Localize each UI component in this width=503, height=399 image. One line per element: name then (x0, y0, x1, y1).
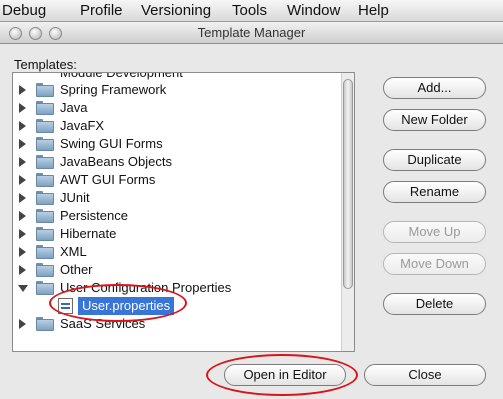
rename-button[interactable]: Rename (383, 181, 486, 203)
tree-scrollbar[interactable] (341, 73, 354, 351)
tree-row[interactable]: JavaBeans Objects (13, 153, 343, 171)
move-down-button[interactable]: Move Down (383, 253, 486, 275)
expand-arrow-icon[interactable] (19, 139, 26, 149)
tree-row[interactable]: Spring Framework (13, 81, 343, 99)
template-manager-window: Template Manager Templates: Module Devel… (0, 22, 503, 399)
folder-icon (36, 227, 54, 241)
folder-icon (36, 101, 54, 115)
new-folder-button[interactable]: New Folder (383, 109, 486, 131)
folder-icon (36, 281, 54, 295)
expand-arrow-icon[interactable] (19, 211, 26, 221)
folder-icon (36, 209, 54, 223)
tree-row[interactable]: AWT GUI Forms (13, 171, 343, 189)
tree-row[interactable]: Other (13, 261, 343, 279)
expand-arrow-icon[interactable] (19, 247, 26, 257)
menu-tools[interactable]: Tools (232, 1, 267, 21)
expand-arrow-icon[interactable] (19, 103, 26, 113)
folder-icon (36, 317, 54, 331)
expand-arrow-icon[interactable] (19, 85, 26, 95)
tree-row-label: XML (60, 244, 87, 259)
tree-row-label: Persistence (60, 208, 128, 223)
tree-scroll-thumb[interactable] (343, 79, 353, 289)
annotation-ellipse (206, 354, 358, 396)
expand-arrow-icon[interactable] (19, 121, 26, 131)
templates-label: Templates: (14, 57, 77, 72)
window-title: Template Manager (197, 25, 306, 40)
menu-window[interactable]: Window (287, 1, 340, 21)
folder-icon (36, 263, 54, 277)
expand-arrow-icon[interactable] (19, 319, 26, 329)
tree-row[interactable]: Persistence (13, 207, 343, 225)
menu-debug[interactable]: Debug (2, 1, 46, 21)
move-up-button[interactable]: Move Up (383, 221, 486, 243)
tree-row-label: AWT GUI Forms (60, 172, 156, 187)
folder-icon (36, 245, 54, 259)
menu-versioning[interactable]: Versioning (141, 1, 211, 21)
delete-button[interactable]: Delete (383, 293, 486, 315)
annotation-ellipse (49, 284, 187, 322)
tree-row[interactable]: SaaS Services (13, 315, 343, 333)
tree-row[interactable]: JUnit (13, 189, 343, 207)
folder-icon (36, 83, 54, 97)
menu-bar: Debug Profile Versioning Tools Window He… (0, 0, 503, 22)
folder-icon (36, 137, 54, 151)
menu-profile[interactable]: Profile (80, 1, 123, 21)
tree-row-label: Hibernate (60, 226, 117, 241)
duplicate-button[interactable]: Duplicate (383, 149, 486, 171)
tree-row[interactable]: XML (13, 243, 343, 261)
folder-icon (36, 155, 54, 169)
tree-row[interactable]: JavaFX (13, 117, 343, 135)
tree-row[interactable]: Hibernate (13, 225, 343, 243)
add-button[interactable]: Add... (383, 77, 486, 99)
expand-arrow-icon[interactable] (19, 265, 26, 275)
expand-arrow-icon[interactable] (19, 229, 26, 239)
tree-row[interactable]: Java (13, 99, 343, 117)
expand-arrow-icon[interactable] (19, 157, 26, 167)
expand-arrow-icon[interactable] (19, 193, 26, 203)
collapse-arrow-icon[interactable] (18, 285, 28, 292)
tree-row-label: Spring Framework (60, 82, 167, 97)
tree-row-label: JUnit (60, 190, 90, 205)
tree-row-label: Other (60, 262, 93, 277)
folder-icon (36, 191, 54, 205)
close-button[interactable]: Close (364, 364, 486, 386)
tree-row-label: Java (60, 100, 88, 115)
folder-icon (36, 173, 54, 187)
menu-help[interactable]: Help (358, 1, 389, 21)
tree-row[interactable]: Swing GUI Forms (13, 135, 343, 153)
tree-row-label: JavaFX (60, 118, 105, 133)
tree-row-label: JavaBeans Objects (60, 154, 173, 169)
expand-arrow-icon[interactable] (19, 175, 26, 185)
tree-row-label: Swing GUI Forms (60, 136, 163, 151)
folder-icon (36, 119, 54, 133)
title-bar: Template Manager (0, 22, 503, 44)
